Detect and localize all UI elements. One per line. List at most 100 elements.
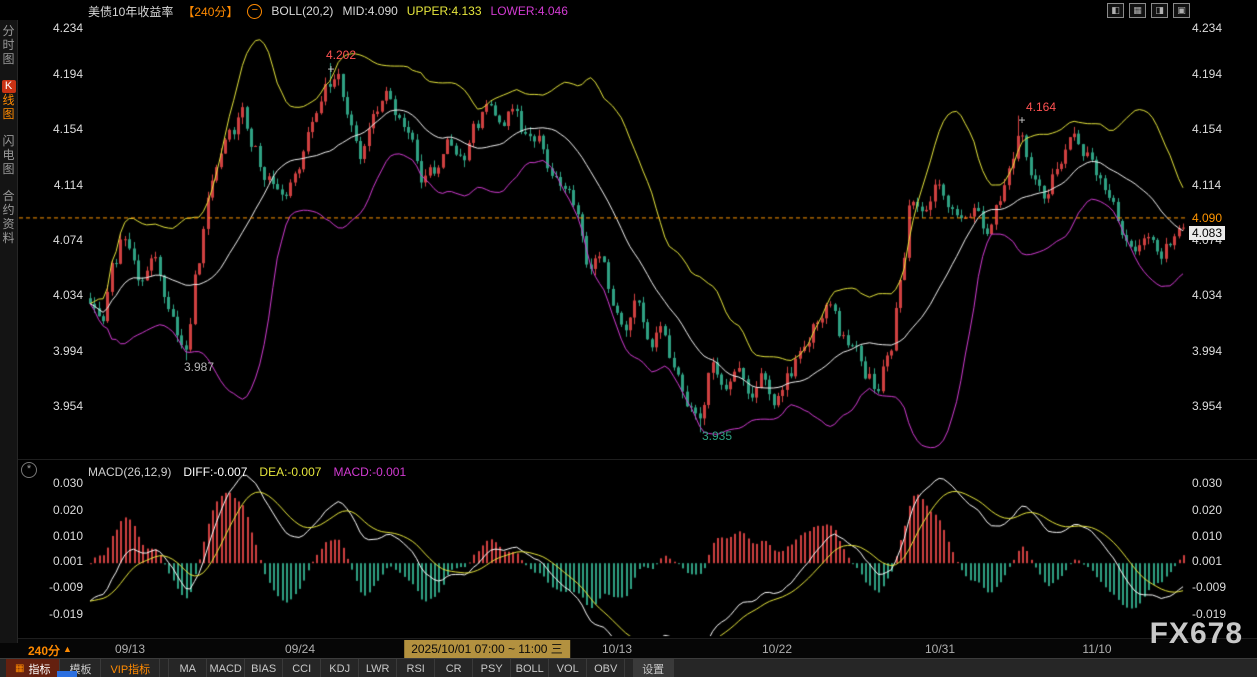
indicator-menu-icon[interactable]: * (21, 462, 37, 478)
toolbar-tab-macd[interactable]: MACD (207, 659, 245, 677)
window-layout-icons: ◧ ▦ ◨ ▣ (1107, 3, 1190, 18)
fx678-watermark: FX678 (1150, 617, 1243, 651)
price-tick: 4.034 (53, 288, 83, 302)
chart-header: 美债10年收益率 【240分】 − BOLL(20,2) MID:4.090 U… (88, 2, 568, 20)
macd-tick: -0.009 (1192, 580, 1226, 594)
sidebar-item-char: K (2, 80, 16, 93)
toolbar-tab-ma[interactable]: MA (169, 659, 207, 677)
price-tick: 4.194 (1192, 67, 1222, 81)
macd-tick: 0.001 (1192, 554, 1222, 568)
price-tick: 4.034 (1192, 288, 1222, 302)
bottom-toolbar: ▦ 指标 模板 VIP指标 MAMACDBIASCCIKDJLWRRSICRPS… (0, 658, 1257, 677)
macd-header: MACD(26,12,9) DIFF:-0.007 DEA:-0.007 MAC… (88, 465, 406, 479)
time-label: 10/31 (925, 642, 955, 656)
boll-mid-value: MID:4.090 (342, 4, 397, 18)
layout-grid-icon[interactable]: ▦ (1129, 3, 1146, 18)
time-label: 09/24 (285, 642, 315, 656)
sidebar-item-2[interactable]: K线图 (2, 80, 16, 121)
left-sidebar: 分时图K线图闪电图合约资料 (0, 20, 18, 643)
sidebar-item-char: 图 (2, 108, 14, 121)
sidebar-item-4[interactable]: 合约资料 (2, 190, 14, 245)
price-tick: 3.954 (53, 399, 83, 413)
period-tag: 【240分】 (182, 3, 238, 20)
sidebar-item-1[interactable]: 分时图 (2, 25, 14, 66)
price-tick: 3.994 (53, 344, 83, 358)
macd-tick: -0.009 (49, 580, 83, 594)
toolbar-tab-bias[interactable]: BIAS (245, 659, 283, 677)
time-axis: 240分 ▲ 09/13 09/24 10/13 10/22 10/31 11/10 20… (0, 638, 1257, 659)
price-line-tag: 4.090 (1189, 211, 1225, 225)
toolbar-tab-cci[interactable]: CCI (283, 659, 321, 677)
sidebar-item-char: 图 (2, 163, 14, 176)
time-label: 10/22 (762, 642, 792, 656)
period-label: 240分 (28, 642, 60, 659)
sidebar-item-char: 线 (2, 94, 14, 107)
sidebar-item-char: 闪 (2, 135, 14, 148)
toolbar-tab-lwr[interactable]: LWR (359, 659, 397, 677)
macd-tick: 0.030 (1192, 476, 1222, 490)
price-tick: 4.074 (53, 233, 83, 247)
trading-app-window: 美债10年收益率 【240分】 − BOLL(20,2) MID:4.090 U… (0, 0, 1257, 677)
macd-dea-value: DEA:-0.007 (259, 465, 321, 479)
macd-diff-value: DIFF:-0.007 (183, 465, 247, 479)
price-axis-right: 4.2344.1944.1544.1144.0744.0343.9943.954… (1189, 0, 1257, 660)
price-tick: 4.114 (54, 178, 83, 192)
collapse-indicator-icon[interactable]: − (247, 4, 262, 19)
price-tick: 4.234 (53, 21, 83, 35)
price-tick: 4.154 (53, 122, 83, 136)
time-label: 09/13 (115, 642, 145, 656)
toolbar-tab-cr[interactable]: CR (435, 659, 473, 677)
indicator-tabs: MAMACDBIASCCIKDJLWRRSICRPSYBOLLVOLOBV (168, 659, 625, 677)
sidebar-item-char: 资 (2, 218, 14, 231)
time-label: 10/13 (602, 642, 632, 656)
price-tick: 3.954 (1192, 399, 1222, 413)
sidebar-item-char: 料 (2, 232, 14, 245)
toolbar-tab-psy[interactable]: PSY (473, 659, 511, 677)
toolbar-tab-rsi[interactable]: RSI (397, 659, 435, 677)
instrument-title: 美债10年收益率 (88, 3, 173, 20)
taskbar-blue-strip (57, 671, 77, 677)
toolbar-tab-boll[interactable]: BOLL (511, 659, 549, 677)
sidebar-item-char: 电 (2, 149, 14, 162)
vip-indicator-button[interactable]: VIP指标 (101, 659, 160, 677)
settings-button[interactable]: 设置 (633, 659, 674, 677)
macd-macd-value: MACD:-0.001 (333, 465, 406, 479)
macd-tick: 0.020 (1192, 503, 1222, 517)
price-tick: 4.154 (1192, 122, 1222, 136)
price-tick: 4.194 (53, 67, 83, 81)
indicator-grid-icon: ▦ (15, 663, 24, 674)
period-selector[interactable]: 240分 ▲ (28, 642, 72, 659)
macd-tick: 0.010 (53, 529, 83, 543)
macd-tick: 0.030 (53, 476, 83, 490)
indicator-button[interactable]: ▦ 指标 (6, 659, 60, 677)
time-label: 11/10 (1082, 642, 1111, 656)
macd-tick: 0.001 (53, 554, 83, 568)
macd-title: MACD(26,12,9) (88, 465, 171, 479)
panel-divider (18, 459, 1257, 460)
layout-bottom-pane-icon[interactable]: ◨ (1151, 3, 1168, 18)
price-tick: 4.114 (1192, 178, 1221, 192)
macd-tick: 0.010 (1192, 529, 1222, 543)
boll-upper-value: UPPER:4.133 (407, 4, 482, 18)
macd-tick: -0.019 (49, 607, 83, 621)
toolbar-tab-obv[interactable]: OBV (587, 659, 625, 677)
boll-label: BOLL(20,2) (271, 4, 333, 18)
indicator-label: 指标 (28, 661, 50, 677)
sidebar-item-char: 合 (2, 190, 14, 203)
toolbar-tab-kdj[interactable]: KDJ (321, 659, 359, 677)
price-tick: 4.234 (1192, 21, 1222, 35)
sidebar-item-char: 分 (2, 25, 14, 38)
layout-left-pane-icon[interactable]: ◧ (1107, 3, 1124, 18)
boll-lower-value: LOWER:4.046 (491, 4, 568, 18)
layout-full-icon[interactable]: ▣ (1173, 3, 1190, 18)
sidebar-item-char: 时 (2, 39, 14, 52)
toolbar-tab-vol[interactable]: VOL (549, 659, 587, 677)
price-tick: 3.994 (1192, 344, 1222, 358)
sidebar-item-3[interactable]: 闪电图 (2, 135, 14, 176)
sidebar-item-char: 图 (2, 53, 14, 66)
time-highlight: 2025/10/01 07:00 ~ 11:00 三 (404, 640, 570, 658)
last-price-tag: 4.083 (1189, 226, 1225, 240)
period-arrow-icon: ▲ (63, 642, 72, 659)
sidebar-item-char: 约 (2, 204, 14, 217)
price-chart-canvas[interactable] (0, 0, 1257, 677)
